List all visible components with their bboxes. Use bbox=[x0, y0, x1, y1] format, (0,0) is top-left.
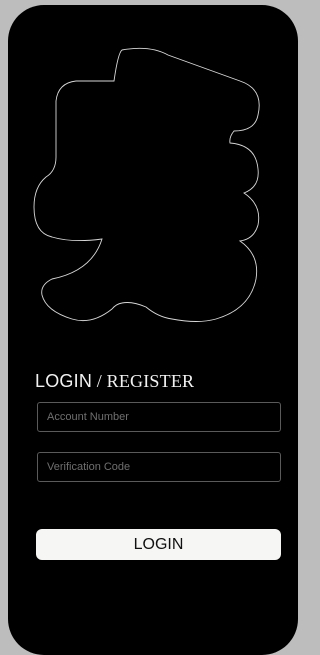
page-title: LOGIN / REGISTER bbox=[35, 371, 194, 392]
register-title-text: REGISTER bbox=[106, 371, 195, 391]
brand-logo-icon bbox=[33, 47, 260, 322]
login-title-text: LOGIN bbox=[35, 371, 93, 391]
verification-code-input[interactable] bbox=[37, 452, 281, 482]
phone-screen: LOGIN / REGISTER LOGIN bbox=[8, 5, 298, 655]
account-number-input[interactable] bbox=[37, 402, 281, 432]
login-button[interactable]: LOGIN bbox=[36, 529, 281, 560]
title-separator: / bbox=[92, 371, 107, 391]
